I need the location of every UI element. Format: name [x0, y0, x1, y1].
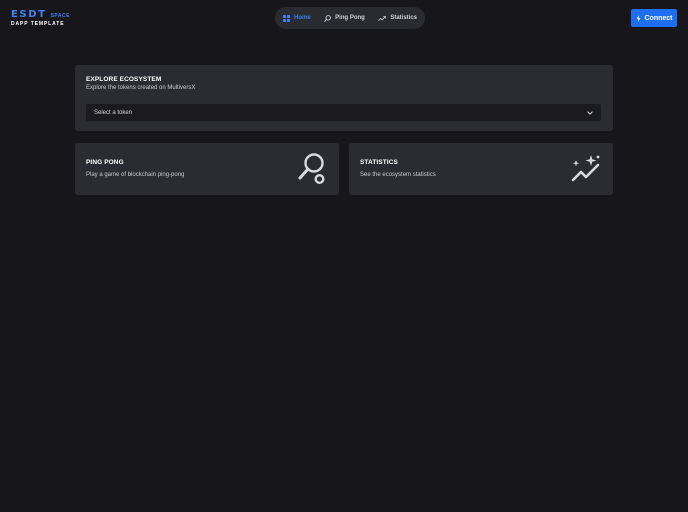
chart-line-icon [378, 15, 387, 21]
statistics-card[interactable]: STATISTICS See the ecosystem statistics [349, 143, 613, 195]
logo-tag-text: SPACE [50, 13, 70, 19]
nav-item-ping-pong-label: Ping Pong [335, 15, 365, 21]
explore-ecosystem-card: EXPLORE ECOSYSTEM Explore the tokens cre… [75, 65, 613, 131]
chevron-down-icon [587, 110, 593, 115]
app-logo[interactable]: ESDT SPACE DAPP TEMPLATE [11, 9, 71, 28]
statistics-title: STATISTICS [360, 159, 398, 166]
racket-icon [324, 14, 332, 22]
token-select[interactable]: Select a token [86, 104, 601, 121]
ping-pong-description: Play a game of blockchain ping-pong [86, 172, 185, 178]
connect-button[interactable]: Connect [631, 9, 677, 27]
racket-icon [298, 153, 325, 185]
ping-pong-title: PING PONG [86, 159, 124, 166]
nav-item-statistics-label: Statistics [390, 15, 417, 21]
nav-item-ping-pong[interactable]: Ping Pong [324, 14, 365, 22]
connect-button-label: Connect [644, 14, 673, 22]
main-nav: Home Ping Pong Statistics [275, 7, 425, 29]
grid-icon [283, 14, 290, 22]
nav-item-statistics[interactable]: Statistics [378, 15, 417, 22]
token-select-placeholder: Select a token [94, 109, 133, 116]
nav-item-home-label: Home [294, 15, 311, 21]
sparkle-chart-icon [571, 155, 600, 182]
explore-description: Explore the tokens created on MultiversX [86, 85, 196, 91]
bolt-icon [636, 14, 640, 22]
ping-pong-card[interactable]: PING PONG Play a game of blockchain ping… [75, 143, 339, 195]
logo-subtitle: DAPP TEMPLATE [11, 21, 65, 27]
nav-item-home[interactable]: Home [283, 14, 311, 22]
explore-title: EXPLORE ECOSYSTEM [86, 76, 162, 83]
statistics-description: See the ecosystem statistics [360, 172, 436, 178]
logo-main-text: ESDT [11, 9, 47, 20]
